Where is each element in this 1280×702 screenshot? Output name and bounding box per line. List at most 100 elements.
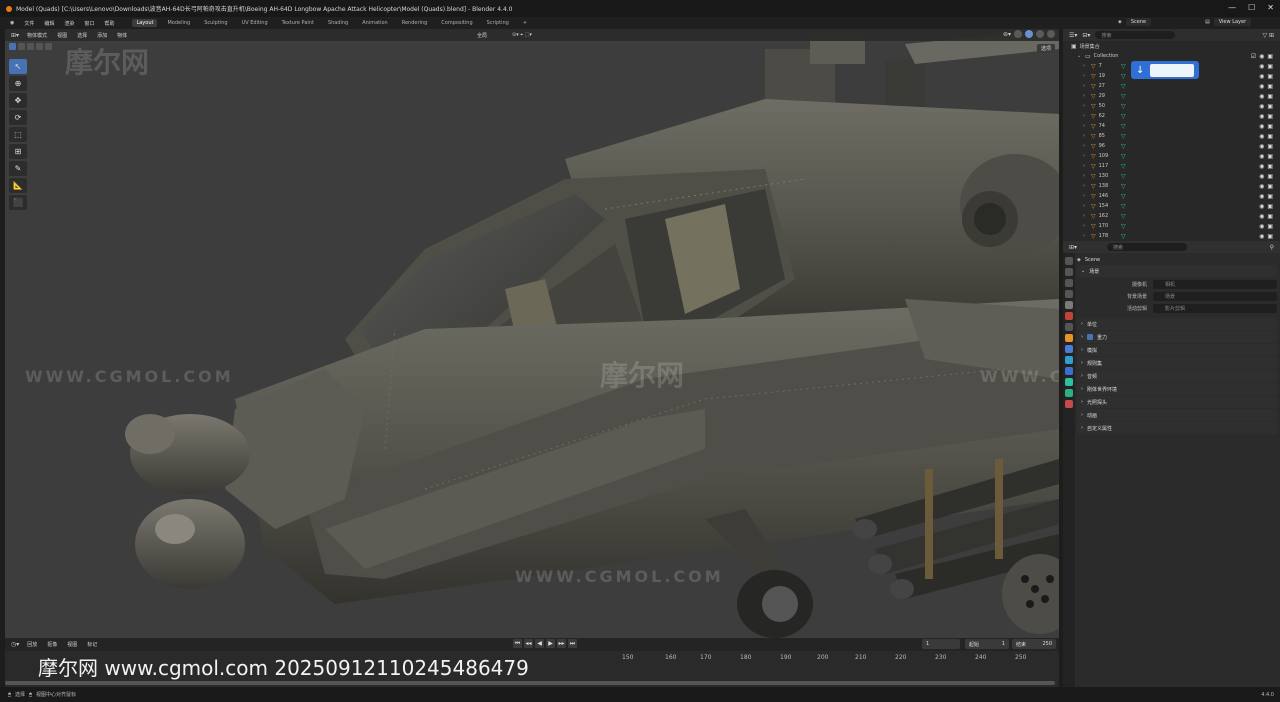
object-mode-dropdown[interactable]: 物体模式 <box>25 32 49 39</box>
overlay-icon[interactable]: ⊚▾ <box>1003 31 1011 38</box>
select-invert-icon[interactable] <box>36 42 43 50</box>
viewport-menu-add[interactable]: 添加 <box>95 32 109 39</box>
options-button[interactable]: 选项 <box>1036 44 1055 53</box>
active-clip-field[interactable]: 影片剪辑 <box>1153 303 1277 313</box>
current-frame-field[interactable]: 1 <box>922 639 960 649</box>
expand-arrow-icon[interactable]: › <box>1083 213 1091 219</box>
view-layer-field[interactable]: View Layer <box>1213 18 1252 26</box>
expand-arrow-icon[interactable]: › <box>1083 163 1091 169</box>
timeline-menu-marker[interactable]: 标记 <box>85 641 99 648</box>
tab-layout[interactable]: Layout <box>132 19 158 27</box>
play-reverse-icon[interactable]: ◀ <box>535 639 544 648</box>
expand-arrow-icon[interactable]: › <box>1083 203 1091 209</box>
expand-arrow-icon[interactable]: › <box>1083 223 1091 229</box>
tab-shading[interactable]: Shading <box>324 19 352 27</box>
visibility-icon[interactable]: ◉▣ <box>1259 103 1276 110</box>
add-workspace-button[interactable]: + <box>519 19 531 27</box>
visibility-icon[interactable]: ◉▣ <box>1259 73 1276 80</box>
panel-audio[interactable]: › 音频 <box>1077 370 1277 382</box>
outliner-object-row[interactable]: › ▽ 62 ▽ ◉▣ <box>1063 111 1280 121</box>
expand-arrow-icon[interactable]: › <box>1083 173 1091 179</box>
panel-scene[interactable]: ⌄ 场景 <box>1077 265 1277 277</box>
jump-start-icon[interactable]: ⏮ <box>513 639 522 648</box>
menu-window[interactable]: 窗口 <box>82 20 96 27</box>
rotate-tool-icon[interactable]: ⟳ <box>9 110 27 125</box>
wireframe-shading-icon[interactable] <box>1014 30 1022 38</box>
scene-tab-icon[interactable] <box>1065 301 1073 309</box>
data-tab-icon[interactable] <box>1065 389 1073 397</box>
timeline-scrollbar[interactable] <box>5 681 1055 685</box>
expand-arrow-icon[interactable]: › <box>1083 183 1091 189</box>
expand-arrow-icon[interactable]: › <box>1083 103 1091 109</box>
panel-custom-properties[interactable]: › 自定义属性 <box>1077 422 1277 434</box>
select-intersect-icon[interactable] <box>45 42 52 50</box>
outliner-object-row[interactable]: › ▽ 74 ▽ ◉▣ <box>1063 121 1280 131</box>
tool-tab-icon[interactable] <box>1065 257 1073 265</box>
expand-arrow-icon[interactable]: › <box>1083 153 1091 159</box>
expand-arrow-icon[interactable]: › <box>1083 143 1091 149</box>
gravity-checkbox[interactable] <box>1087 334 1093 340</box>
select-box-icon[interactable] <box>9 42 16 50</box>
select-tool-icon[interactable]: ↖ <box>9 59 27 74</box>
solid-shading-icon[interactable] <box>1025 30 1033 38</box>
select-subtract-icon[interactable] <box>27 42 34 50</box>
viewport-menu-object[interactable]: 物体 <box>115 32 129 39</box>
tab-compositing[interactable]: Compositing <box>437 19 476 27</box>
tab-modeling[interactable]: Modeling <box>163 19 194 27</box>
expand-arrow-icon[interactable]: › <box>1083 73 1091 79</box>
outliner-object-row[interactable]: › ▽ 178 ▽ ◉▣ <box>1063 231 1280 241</box>
editor-type-icon[interactable]: ⊞▾ <box>11 32 19 39</box>
rendered-shading-icon[interactable] <box>1047 30 1055 38</box>
pin-icon[interactable]: ⚲ <box>1270 244 1274 251</box>
visibility-icon[interactable]: ◉▣ <box>1259 153 1276 160</box>
helicopter-model[interactable] <box>5 29 1059 638</box>
timeline-menu-view[interactable]: 视图 <box>65 641 79 648</box>
transform-orientation[interactable]: 全局 <box>475 32 489 39</box>
tab-scripting[interactable]: Scripting <box>483 19 513 27</box>
material-tab-icon[interactable] <box>1065 400 1073 408</box>
render-tab-icon[interactable] <box>1065 268 1073 276</box>
menu-help[interactable]: 帮助 <box>102 20 116 27</box>
visibility-icon[interactable]: ◉▣ <box>1259 183 1276 190</box>
expand-arrow-icon[interactable]: › <box>1083 83 1091 89</box>
world-tab-icon[interactable] <box>1065 312 1073 320</box>
properties-editor-icon[interactable]: ⊞▾ <box>1069 244 1077 251</box>
material-shading-icon[interactable] <box>1036 30 1044 38</box>
scene-field[interactable]: Scene <box>1125 18 1152 26</box>
scale-tool-icon[interactable]: ⬚ <box>9 127 27 142</box>
add-cube-tool-icon[interactable]: ⬛ <box>9 195 27 210</box>
visibility-icon[interactable]: ◉▣ <box>1259 163 1276 170</box>
visibility-icon[interactable]: ◉▣ <box>1259 173 1276 180</box>
view-layer-tab-icon[interactable] <box>1065 290 1073 298</box>
outliner-object-row[interactable]: › ▽ 96 ▽ ◉▣ <box>1063 141 1280 151</box>
view-layer-selector[interactable]: ▤ View Layer <box>1205 18 1252 26</box>
display-mode-icon[interactable]: ⊟▾ <box>1082 32 1090 39</box>
panel-simulation[interactable]: › 模拟 <box>1077 344 1277 356</box>
transform-tool-icon[interactable]: ⊞ <box>9 144 27 159</box>
maximize-icon[interactable]: ☐ <box>1248 3 1255 12</box>
collection-row[interactable]: ⌄ ▭ Collection ☑◉▣ <box>1063 51 1280 61</box>
visibility-icon[interactable]: ◉▣ <box>1259 203 1276 210</box>
visibility-icon[interactable]: ◉▣ <box>1259 113 1276 120</box>
scene-collection-row[interactable]: ▣ 场景集合 <box>1063 41 1280 51</box>
output-tab-icon[interactable] <box>1065 279 1073 287</box>
prev-key-icon[interactable]: ◂◂ <box>524 639 533 648</box>
measure-tool-icon[interactable]: 📐 <box>9 178 27 193</box>
visibility-icon[interactable]: ☑◉▣ <box>1251 53 1276 60</box>
viewport-menu-view[interactable]: 视图 <box>55 32 69 39</box>
close-icon[interactable]: ✕ <box>1267 3 1274 12</box>
outliner-object-row[interactable]: › ▽ 50 ▽ ◉▣ <box>1063 101 1280 111</box>
panel-light-probes[interactable]: › 光照探头 <box>1077 396 1277 408</box>
snap-icon[interactable]: ⊙▾ ⌖ ⬚▾ <box>510 32 534 38</box>
blender-menu-icon[interactable]: ◉ <box>8 20 16 26</box>
expand-arrow-icon[interactable]: › <box>1083 93 1091 99</box>
tab-texture-paint[interactable]: Texture Paint <box>278 19 318 27</box>
cursor-tool-icon[interactable]: ⊕ <box>9 76 27 91</box>
tab-animation[interactable]: Animation <box>358 19 392 27</box>
move-tool-icon[interactable]: ✥ <box>9 93 27 108</box>
expand-arrow-icon[interactable]: › <box>1083 133 1091 139</box>
minimize-icon[interactable]: — <box>1228 3 1236 12</box>
modifier-tab-icon[interactable] <box>1065 345 1073 353</box>
visibility-icon[interactable]: ◉▣ <box>1259 223 1276 230</box>
expand-arrow-icon[interactable]: › <box>1083 113 1091 119</box>
